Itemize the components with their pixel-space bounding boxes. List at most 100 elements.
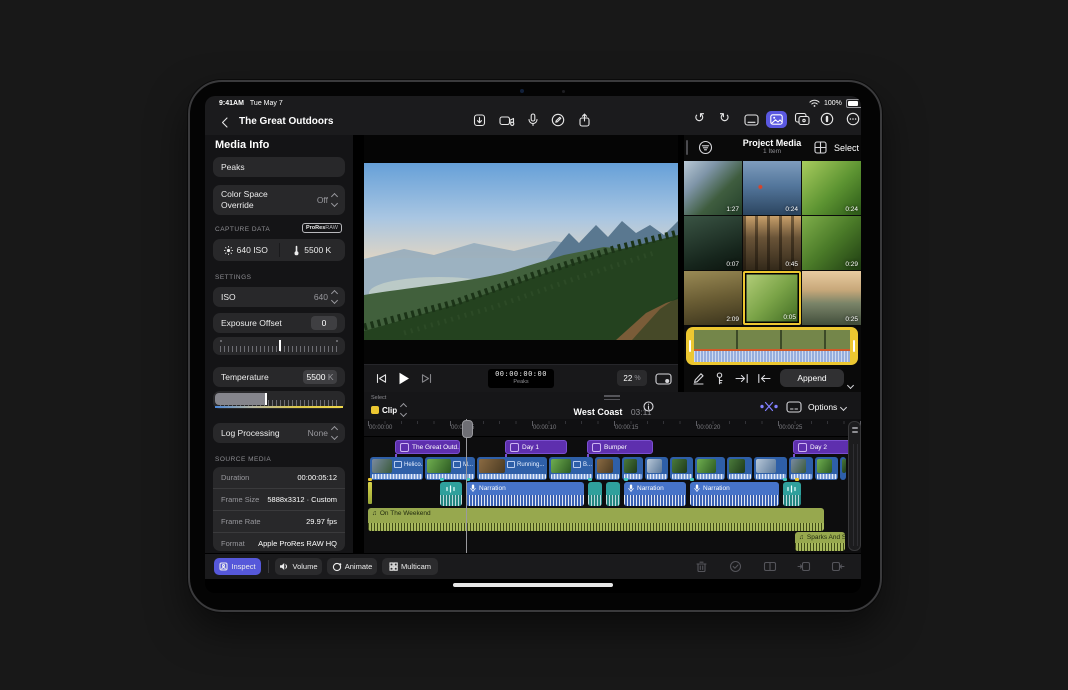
exposure-value-field[interactable]: 0 [311, 316, 337, 330]
title-clip[interactable]: Bumper [587, 440, 653, 454]
temperature-slider[interactable] [213, 391, 345, 409]
audio-clip[interactable] [606, 482, 620, 506]
redo-icon[interactable]: ↻ [719, 111, 730, 124]
pencil-draw-icon[interactable] [551, 113, 565, 127]
video-clip[interactable]: Running... [477, 457, 547, 480]
media-thumbnail[interactable]: 0:45 [743, 216, 801, 270]
select-button[interactable]: Select [834, 143, 859, 153]
media-browser-icon[interactable] [766, 111, 787, 128]
skip-back-icon[interactable] [376, 373, 387, 384]
video-clip[interactable] [695, 457, 725, 480]
play-button[interactable] [398, 372, 410, 385]
insert-right-icon[interactable] [831, 560, 845, 573]
iso-setting-row[interactable]: ISO 640 [213, 287, 345, 307]
music-clip[interactable]: ♫Sparks And Sh [795, 532, 845, 551]
media-thumbnail[interactable]: 0:07 [684, 216, 742, 270]
trash-icon[interactable] [695, 560, 708, 573]
stepper-icon[interactable] [332, 291, 337, 303]
video-clip[interactable] [670, 457, 693, 480]
viewer-display-icon[interactable] [744, 114, 759, 126]
insert-at-start-icon[interactable] [757, 373, 771, 384]
options-button[interactable]: Options [808, 402, 846, 412]
media-thumbnail[interactable]: 0:25 [802, 271, 861, 325]
camera-icon[interactable] [499, 114, 515, 127]
iso-capture-button[interactable]: 640 ISO [213, 245, 279, 255]
filter-icon[interactable] [698, 140, 713, 155]
music-clip[interactable]: ♫On The Weekend [368, 508, 824, 531]
import-icon[interactable] [473, 113, 486, 127]
volume-button[interactable]: Volume [275, 558, 322, 575]
more-icon[interactable] [846, 112, 860, 126]
video-clip[interactable] [727, 457, 752, 480]
color-space-override-control[interactable]: Color Space Override Off [213, 185, 345, 215]
media-thumbnail-selected[interactable]: 0:05 [743, 271, 801, 325]
video-clip[interactable] [789, 457, 813, 480]
audio-clip[interactable] [783, 482, 801, 506]
stepper-icon[interactable] [332, 194, 337, 206]
video-clip[interactable]: B... [549, 457, 593, 480]
timeline-overview-icon[interactable] [786, 401, 802, 413]
keyword-key-icon[interactable] [714, 372, 725, 385]
trim-handle-left[interactable] [689, 340, 691, 352]
inspect-button[interactable]: Inspect [214, 558, 261, 575]
check-circle-icon[interactable] [729, 560, 742, 573]
video-clip[interactable] [754, 457, 787, 480]
append-button[interactable]: Append [780, 369, 844, 387]
narration-clip[interactable]: Narration [624, 482, 686, 506]
video-clip[interactable]: M... [425, 457, 475, 480]
media-thumbnail[interactable]: 0:24 [743, 161, 801, 215]
timeline-vertical-scrollbar[interactable] [848, 421, 861, 551]
audio-clip-sliver[interactable] [368, 482, 372, 504]
back-button[interactable] [221, 117, 228, 128]
undo-icon[interactable]: ↺ [694, 111, 705, 124]
zoom-level-control[interactable]: 22 % [617, 370, 647, 386]
microphone-icon[interactable] [528, 113, 538, 127]
insert-left-icon[interactable] [797, 560, 811, 573]
narration-clip[interactable]: Narration [466, 482, 584, 506]
clip-name-field[interactable]: Peaks [213, 157, 345, 177]
narration-clip[interactable]: Narration [690, 482, 779, 506]
title-clip[interactable]: Day 2 [793, 440, 856, 454]
video-clip[interactable] [645, 457, 668, 480]
log-processing-row[interactable]: Log Processing None [213, 423, 345, 443]
selected-clip-filmstrip[interactable] [686, 327, 858, 365]
playhead-handle[interactable] [462, 420, 473, 438]
media-thumbnail[interactable]: 1:27 [684, 161, 742, 215]
exposure-slider[interactable] [213, 337, 345, 355]
panel-drag-handle[interactable] [604, 395, 620, 400]
draw-pen-icon[interactable] [692, 372, 705, 385]
share-icon[interactable] [578, 113, 591, 127]
grid-view-icon[interactable] [814, 141, 827, 154]
stepper-icon[interactable] [332, 427, 337, 439]
split-clip-icon[interactable] [763, 560, 777, 573]
media-thumbnail[interactable]: 0:24 [802, 161, 861, 215]
media-thumbnail[interactable]: 2:09 [684, 271, 742, 325]
media-thumbnail[interactable]: 0:29 [802, 216, 861, 270]
remote-icon[interactable] [820, 112, 834, 126]
video-frame[interactable] [364, 163, 678, 340]
audio-clip[interactable] [588, 482, 602, 506]
animate-button[interactable]: Animate [327, 558, 377, 575]
pip-viewer-icon[interactable] [655, 373, 672, 385]
connect-clips-icon[interactable] [760, 401, 778, 412]
title-clip[interactable]: The Great Outd... [395, 440, 460, 454]
timeline-ruler[interactable]: 00:00:00 00:00:05 00:00:10 00:00:15 00:0… [364, 419, 861, 437]
audio-clip[interactable] [440, 482, 462, 506]
project-info-icon[interactable] [643, 401, 654, 412]
video-clip[interactable]: Helico... [370, 457, 423, 480]
video-clip[interactable] [595, 457, 620, 480]
capture-icon[interactable] [794, 112, 810, 126]
home-indicator[interactable] [453, 583, 613, 587]
video-clip[interactable] [815, 457, 838, 480]
append-options-chevron[interactable] [848, 375, 853, 393]
video-clip[interactable] [840, 457, 846, 480]
skip-forward-icon[interactable] [421, 373, 432, 384]
append-to-end-icon[interactable] [735, 373, 749, 384]
kelvin-capture-button[interactable]: 5500 K [280, 245, 346, 256]
multicam-button[interactable]: Multicam [382, 558, 438, 575]
video-clip[interactable] [622, 457, 643, 480]
playhead[interactable] [466, 419, 467, 553]
title-clip[interactable]: Day 1 [505, 440, 567, 454]
trim-handle-right[interactable] [853, 340, 855, 352]
temperature-value-field[interactable]: 5500 K [303, 370, 337, 384]
